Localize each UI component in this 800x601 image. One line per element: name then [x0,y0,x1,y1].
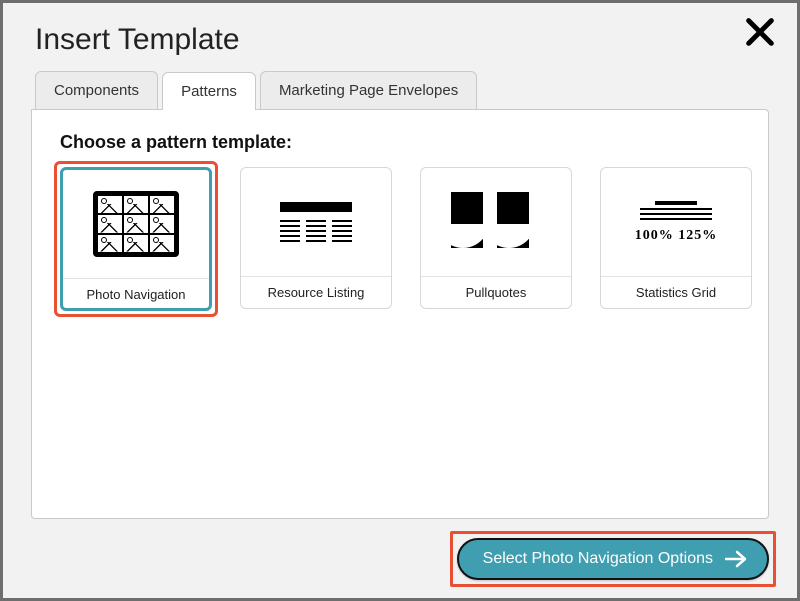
statistics-grid-icon: 100% 125% [601,168,751,276]
statistics-sample-values: 100% 125% [629,228,724,244]
patterns-panel: Choose a pattern template: Photo Navigat… [31,109,769,519]
pattern-card-resource-listing[interactable]: Resource Listing [240,167,392,309]
arrow-right-icon [725,550,747,568]
action-button-wrap: Select Photo Navigation Options [457,538,769,580]
select-options-label: Select Photo Navigation Options [483,550,713,568]
pattern-card-photo-navigation[interactable]: Photo Navigation [60,167,212,311]
resource-listing-icon [241,168,391,276]
select-options-button[interactable]: Select Photo Navigation Options [457,538,769,580]
pattern-card-label: Pullquotes [421,276,571,308]
pattern-statistics-grid-wrap: 100% 125% Statistics Grid [600,167,752,311]
close-icon [743,15,777,49]
pattern-photo-navigation-wrap: Photo Navigation [60,167,212,311]
tab-components[interactable]: Components [35,71,158,109]
pullquotes-icon [421,168,571,276]
pattern-card-label: Photo Navigation [63,278,209,308]
pattern-card-label: Statistics Grid [601,276,751,308]
insert-template-dialog: Insert Template Components Patterns Mark… [3,3,797,598]
dialog-title: Insert Template [35,23,769,57]
photo-navigation-icon [63,170,209,278]
pattern-grid: Photo Navigation [60,167,740,311]
pattern-card-label: Resource Listing [241,276,391,308]
panel-heading: Choose a pattern template: [60,132,740,153]
pattern-resource-listing-wrap: Resource Listing [240,167,392,311]
pattern-card-statistics-grid[interactable]: 100% 125% Statistics Grid [600,167,752,309]
tab-patterns[interactable]: Patterns [162,72,256,110]
tab-bar: Components Patterns Marketing Page Envel… [35,71,769,109]
pattern-card-pullquotes[interactable]: Pullquotes [420,167,572,309]
close-button[interactable] [743,15,777,49]
pattern-pullquotes-wrap: Pullquotes [420,167,572,311]
tab-marketing-envelopes[interactable]: Marketing Page Envelopes [260,71,477,109]
